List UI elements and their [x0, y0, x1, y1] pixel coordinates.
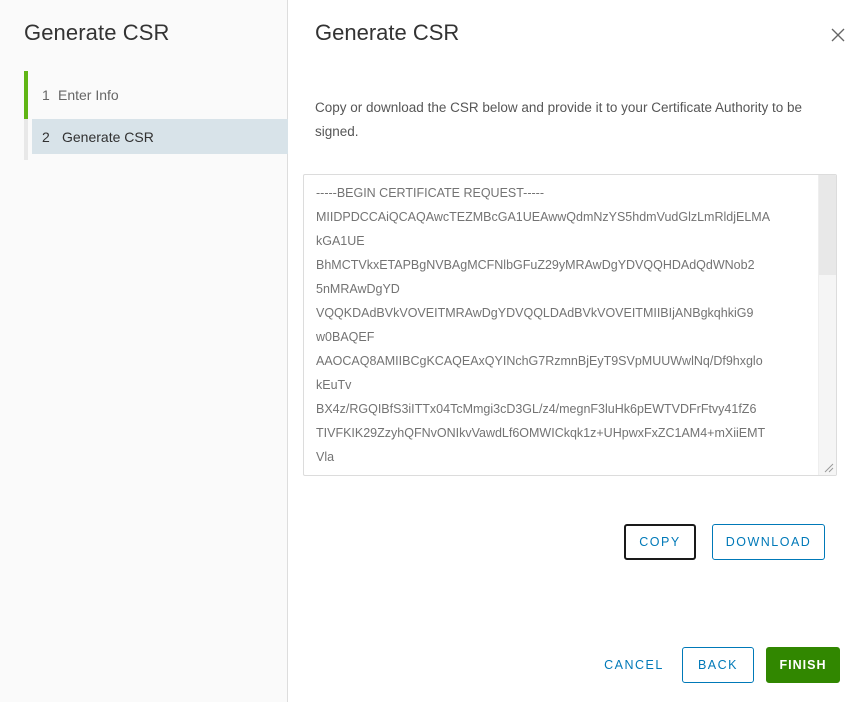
wizard-nav-title: Generate CSR: [24, 20, 170, 45]
csr-line: BhMCTVkxETAPBgNVBAgMCFNlbGFuZ29yMRAwDgYD…: [316, 258, 755, 272]
csr-line: MIIDPDCCAiQCAQAwcTEZMBcGA1UEAwwQdmNzYS5h…: [316, 210, 771, 224]
instructions-text: Copy or download the CSR below and provi…: [315, 100, 803, 139]
close-button[interactable]: [829, 26, 847, 44]
csr-line: kEuTv: [316, 378, 352, 392]
back-button[interactable]: BACK: [682, 647, 754, 683]
wizard-content: Generate CSR Copy or download the CSR be…: [288, 0, 865, 702]
finish-button[interactable]: FINISH: [766, 647, 840, 683]
step-number: 2: [42, 128, 50, 145]
cancel-button[interactable]: CANCEL: [596, 647, 672, 683]
csr-textarea[interactable]: -----BEGIN CERTIFICATE REQUEST----- MIIDP…: [303, 174, 837, 476]
download-button[interactable]: DOWNLOAD: [712, 524, 825, 560]
csr-line: TIVFKIK29ZzyhQFNvONIkvVawdLf6OMWICkqk1z+…: [316, 426, 766, 440]
csr-line: AAOCAQ8AMIIBCgKCAQEAxQYINchG7RzmnBjEyT9S…: [316, 354, 763, 368]
step-number: 1: [42, 87, 50, 103]
csr-text: -----BEGIN CERTIFICATE REQUEST----- MIIDP…: [316, 181, 814, 469]
csr-line: w0BAQEF: [316, 330, 375, 344]
wizard-steps: 1 Enter Info 2 Generate CSR: [24, 71, 288, 160]
generate-csr-wizard: Generate CSR 1 Enter Info 2 Generate CSR…: [0, 0, 865, 702]
csr-line: Vla: [316, 450, 335, 464]
close-icon: [831, 28, 845, 42]
step-enter-info[interactable]: 1 Enter Info: [24, 71, 288, 119]
csr-line: 5nMRAwDgYD: [316, 282, 400, 296]
step-label: Generate CSR: [62, 128, 154, 145]
csr-line: kGA1UE: [316, 234, 365, 248]
copy-button[interactable]: COPY: [624, 524, 696, 560]
csr-scrollbar-thumb[interactable]: [819, 175, 836, 275]
resize-grip-icon[interactable]: [822, 461, 834, 473]
csr-line: -----BEGIN CERTIFICATE REQUEST-----: [316, 186, 544, 200]
wizard-nav: Generate CSR 1 Enter Info 2 Generate CSR: [0, 0, 288, 702]
page-title: Generate CSR: [315, 20, 460, 45]
step-label: Enter Info: [58, 87, 119, 103]
csr-scrollbar[interactable]: [818, 175, 836, 475]
step-generate-csr[interactable]: 2 Generate CSR: [32, 119, 288, 154]
csr-line: VQQKDAdBVkVOVEITMRAwDgYDVQQLDAdBVkVOVEIT…: [316, 306, 754, 320]
csr-line: BX4z/RGQIBfS3iITTx04TcMmgi3cD3GL/z4/megn…: [316, 402, 757, 416]
